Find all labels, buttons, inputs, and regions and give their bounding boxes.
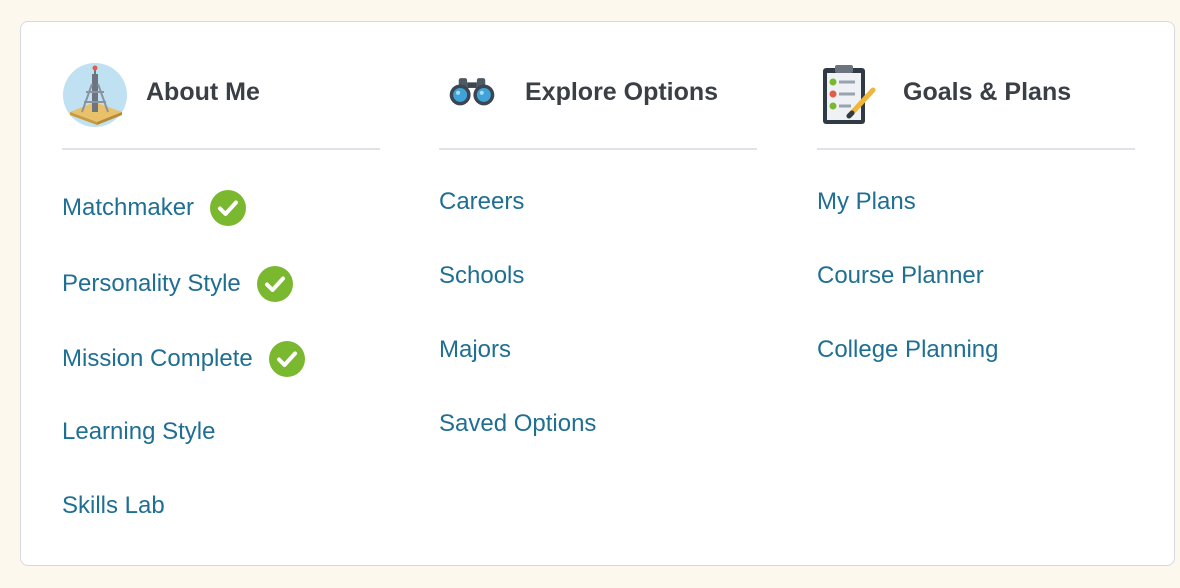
link-label: Careers — [439, 188, 525, 215]
link-label: College Planning — [817, 336, 999, 363]
link-saved-options[interactable]: Saved Options — [439, 410, 596, 438]
link-mission-complete[interactable]: Mission Complete — [62, 341, 305, 377]
link-careers[interactable]: Careers — [439, 188, 524, 216]
checkmark-icon — [268, 341, 305, 377]
goals-plans-column: Goals & Plans My Plans Course Planner Co… — [817, 22, 1137, 363]
link-learning-style[interactable]: Learning Style — [62, 418, 215, 446]
link-label: Personality Style — [62, 270, 241, 297]
goals-plans-header: Goals & Plans — [817, 22, 1135, 150]
link-personality-style[interactable]: Personality Style — [62, 266, 293, 302]
about-me-title: About Me — [146, 78, 260, 106]
link-matchmaker[interactable]: Matchmaker — [62, 190, 247, 226]
link-schools[interactable]: Schools — [439, 262, 524, 290]
link-label: Matchmaker — [62, 194, 195, 221]
checkmark-icon — [210, 190, 247, 226]
about-me-header: About Me — [62, 22, 380, 150]
link-label: Mission Complete — [62, 345, 253, 372]
tower-icon — [63, 63, 127, 127]
about-me-column: About Me Matchmaker Personality Style Mi… — [62, 22, 382, 519]
link-label: My Plans — [817, 188, 916, 215]
link-skills-lab[interactable]: Skills Lab — [62, 492, 165, 520]
link-majors[interactable]: Majors — [439, 336, 511, 364]
checkmark-icon — [256, 266, 293, 302]
navigation-panel: About Me Matchmaker Personality Style Mi… — [20, 21, 1175, 566]
link-college-planning[interactable]: College Planning — [817, 336, 998, 364]
explore-options-column: Explore Options Careers Schools Majors S… — [439, 22, 759, 437]
link-my-plans[interactable]: My Plans — [817, 188, 916, 216]
clipboard-checklist-icon — [823, 65, 876, 124]
link-label: Saved Options — [439, 410, 597, 437]
link-label: Majors — [439, 336, 512, 363]
link-label: Learning Style — [62, 418, 216, 445]
link-label: Skills Lab — [62, 492, 165, 519]
link-course-planner[interactable]: Course Planner — [817, 262, 984, 290]
link-label: Course Planner — [817, 262, 984, 289]
explore-options-title: Explore Options — [525, 78, 719, 106]
goals-plans-title: Goals & Plans — [903, 78, 1072, 106]
binoculars-icon — [449, 78, 495, 106]
link-label: Schools — [439, 262, 525, 289]
explore-options-header: Explore Options — [439, 22, 757, 150]
